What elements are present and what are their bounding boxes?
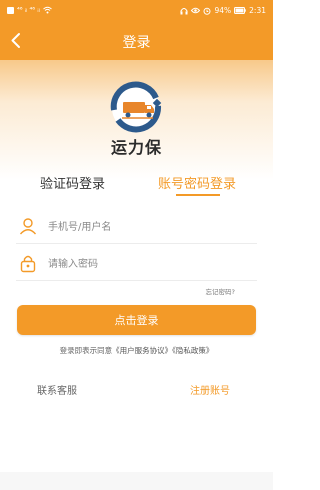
divider: [16, 280, 257, 281]
eye-icon: [191, 7, 201, 14]
privacy-policy-link[interactable]: 《隐私政策》: [172, 346, 213, 355]
nav-bar: 登录: [0, 22, 273, 60]
agreement-prefix: 登录即表示同意: [59, 346, 113, 355]
notification-icon: [7, 6, 14, 14]
signal-icon: ⁴⁶ ᵢₗ ⁴⁶ ᵢₗ: [17, 6, 40, 14]
user-icon: [19, 218, 37, 235]
app-name: 运力保: [110, 138, 162, 157]
forgot-password-link[interactable]: 忘记密码?: [206, 286, 235, 296]
status-left: ⁴⁶ ᵢₗ ⁴⁶ ᵢₗ: [7, 6, 52, 14]
headphones-icon: [180, 7, 189, 14]
tab-code-login[interactable]: 验证码登录: [40, 173, 105, 192]
alarm-icon: [203, 7, 211, 15]
register-link[interactable]: 注册账号: [190, 382, 230, 397]
truck-logo-icon: [110, 81, 162, 133]
status-bar: ⁴⁶ ᵢₗ ⁴⁶ ᵢₗ 94% 2:31: [0, 0, 273, 22]
wifi-icon: [42, 6, 52, 14]
page-title: 登录: [122, 35, 151, 51]
lock-icon: [20, 255, 36, 273]
tab-password-login[interactable]: 账号密码登录: [158, 173, 236, 192]
agreement-text: 登录即表示同意《用户服务协议》《隐私政策》: [0, 345, 273, 356]
phone-field: [16, 210, 257, 244]
password-field: [16, 247, 257, 281]
user-agreement-link[interactable]: 《用户服务协议》: [112, 346, 172, 355]
system-navigation-area: [0, 472, 273, 490]
clock: 2:31: [249, 6, 266, 15]
battery-icon: [234, 7, 246, 14]
active-tab-indicator: [176, 194, 220, 196]
status-right: 94% 2:31: [180, 6, 266, 15]
battery-percentage: 94%: [214, 6, 232, 15]
divider: [16, 243, 257, 244]
password-input[interactable]: [48, 247, 248, 281]
phone-input[interactable]: [48, 210, 248, 244]
login-button[interactable]: 点击登录: [17, 305, 256, 335]
contact-support-link[interactable]: 联系客服: [37, 382, 77, 397]
